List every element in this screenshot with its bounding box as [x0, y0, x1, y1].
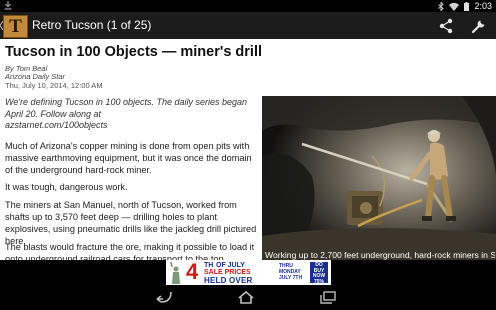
ad-number: 4	[186, 260, 199, 284]
article-paragraph: The miners at San Manuel, north of Tucso…	[5, 200, 257, 246]
screen-title: Retro Tucson (1 of 25)	[32, 18, 152, 32]
ad-th: TH	[204, 262, 214, 269]
article-date: Thu, July 10, 2014, 12:00 AM	[5, 81, 103, 90]
wifi-icon	[449, 2, 460, 11]
status-bar: 2:03	[0, 0, 496, 12]
settings-wrench-icon[interactable]	[471, 18, 487, 34]
article-paragraph: The blasts would fracture the ore, makin…	[5, 242, 255, 260]
ad-box: DO BUY NOW 75%	[310, 262, 328, 284]
battery-icon	[464, 1, 470, 11]
ad-of: OF JULY	[216, 262, 245, 269]
article-view[interactable]: Tucson in 100 Objects — miner's drill By…	[0, 39, 496, 260]
app-logo[interactable]: T	[3, 15, 28, 38]
ad-banner[interactable]: 4 TH OF JULY SALE PRICES HELD OVER THRU …	[166, 260, 331, 285]
article-headline: Tucson in 100 Objects — miner's drill	[5, 44, 262, 60]
ad-line-1: SALE PRICES	[204, 269, 251, 276]
article-photo[interactable]: Working up to 2,700 feet underground, ha…	[262, 96, 496, 260]
recent-apps-icon[interactable]	[319, 291, 337, 304]
series-link[interactable]: azstarnet.com/100objects	[5, 120, 253, 132]
navigation-bar	[0, 285, 496, 310]
ad-line-2: HELD OVER	[204, 276, 253, 285]
home-icon[interactable]	[237, 291, 255, 304]
bluetooth-icon	[438, 1, 445, 11]
article-source: Arizona Daily Star	[5, 72, 66, 81]
action-bar: T Retro Tucson (1 of 25)	[0, 12, 496, 39]
back-icon[interactable]	[155, 291, 173, 304]
share-icon[interactable]	[438, 18, 454, 34]
miner-drill-photo	[262, 96, 496, 260]
series-note: We're defining Tucson in 100 objects. Th…	[5, 97, 253, 132]
article-paragraph: It was tough, dangerous work.	[5, 182, 128, 192]
statue-of-liberty-icon	[170, 262, 180, 284]
article-paragraph: Much of Arizona's copper mining is done …	[5, 141, 252, 175]
status-time: 2:03	[474, 1, 492, 11]
photo-caption: Working up to 2,700 feet underground, ha…	[265, 250, 495, 260]
download-icon	[4, 1, 12, 10]
ad-dates: THRU MONDAY JULY 7TH	[279, 263, 303, 281]
